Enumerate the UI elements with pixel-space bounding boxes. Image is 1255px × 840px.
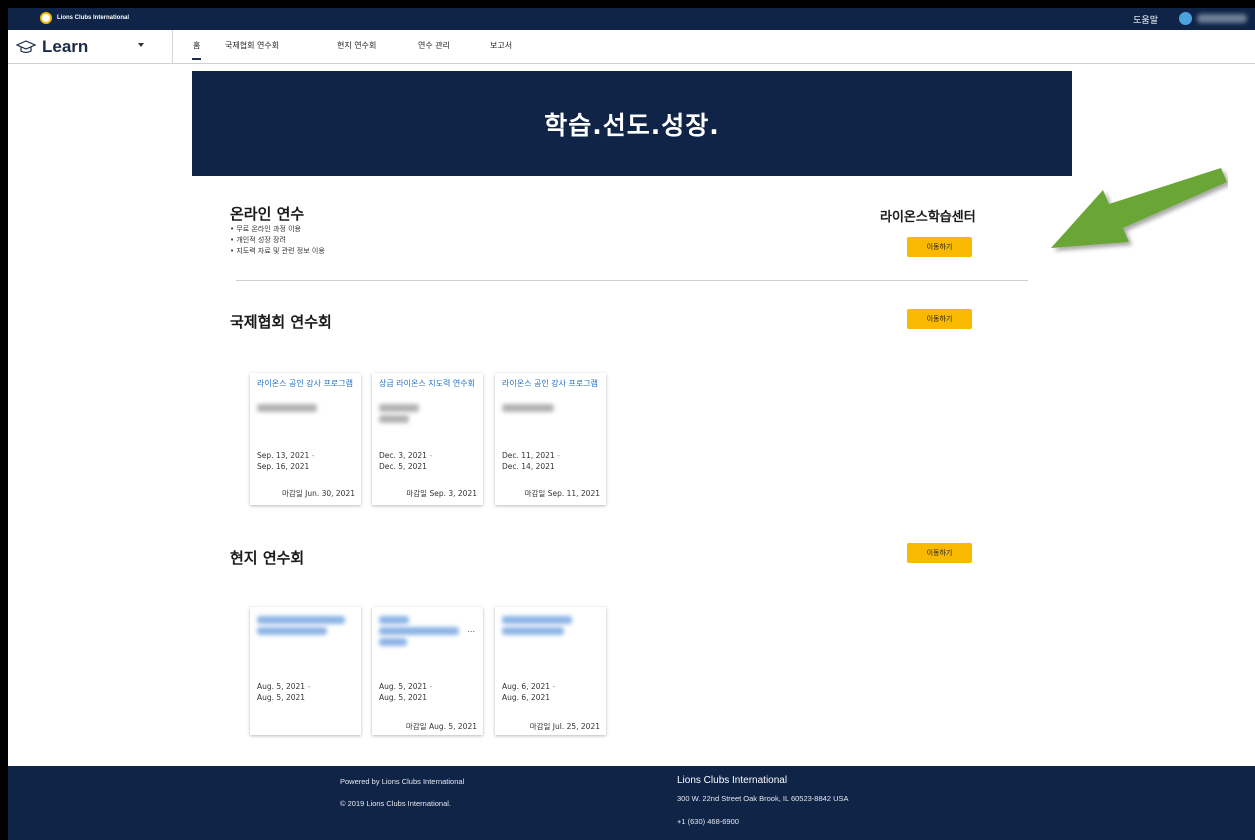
nav-divider [172,30,173,64]
local-seminar-card-3[interactable]: Aug. 6, 2021 - Aug. 6, 2021 마감일 Jul. 25,… [495,607,606,735]
local-seminar-card-1[interactable]: Aug. 5, 2021 - Aug. 5, 2021 [250,607,361,735]
section-divider [236,280,1028,281]
date-end: Dec. 14, 2021 [502,462,555,471]
date-start: Sep. 13, 2021 [257,451,310,460]
local-seminars-go-button[interactable]: 이동하기 [907,543,972,563]
deadline-date: Jul. 25, 2021 [552,722,600,731]
card-dates: Dec. 3, 2021 - Dec. 5, 2021 [379,451,433,471]
deadline-date: Sep. 3, 2021 [429,489,477,498]
tab-reports[interactable]: 보고서 [490,40,512,51]
card-deadline: 마감일 Jul. 25, 2021 [530,721,600,732]
card-location-blurred [257,404,317,412]
date-start: Dec. 11, 2021 [502,451,555,460]
intl-seminar-card-1[interactable]: 라이온스 공인 강사 프로그램 Sep. 13, 2021 - Sep. 16,… [250,373,361,505]
card-location-blurred [379,415,409,423]
tab-training-management[interactable]: 연수 관리 [418,40,450,51]
card-deadline: 마감일 Jun. 30, 2021 [282,488,355,499]
card-title-blurred[interactable] [257,627,327,635]
deadline-date: Sep. 11, 2021 [547,489,600,498]
list-item: 지도력 자료 및 관련 정보 이용 [230,246,324,257]
deadline-label: 마감일 [524,489,546,498]
date-start: Aug. 5, 2021 [379,682,428,691]
list-item: 무료 온라인 과정 이용 [230,224,325,235]
learning-center-title: 라이온스학습센터 [880,210,976,225]
date-end: Aug. 5, 2021 [257,693,306,702]
card-dates: Aug. 5, 2021 - Aug. 5, 2021 [379,682,433,702]
card-title-blurred[interactable] [379,616,409,624]
chevron-down-icon[interactable] [138,43,144,47]
brand-label: Lions Clubs International [57,15,130,21]
user-name-blurred[interactable] [1197,14,1247,23]
card-title-blurred[interactable] [379,627,459,635]
local-seminar-card-2[interactable]: ... Aug. 5, 2021 - Aug. 5, 2021 마감일 Aug.… [372,607,483,735]
card-location-blurred [379,404,419,412]
footer: Powered by Lions Clubs International © 2… [8,766,1255,840]
footer-phone[interactable]: +1 (630) 468-6900 [677,817,739,826]
local-seminars-title: 현지 연수회 [230,549,305,567]
user-avatar-icon[interactable] [1179,12,1192,25]
online-training-bullets: 무료 온라인 과정 이용 개인적 성장 장려 지도력 자료 및 관련 정보 이용 [230,224,325,257]
hero-banner: 학습.선도.성장. [192,71,1072,176]
tab-international-seminars[interactable]: 국제협회 연수회 [225,40,279,51]
deadline-label: 마감일 [406,489,428,498]
intl-seminars-title: 국제협회 연수회 [230,313,332,331]
app-switcher[interactable]: Learn [16,37,88,57]
footer-org-name: Lions Clubs International [677,775,788,786]
card-dates: Aug. 5, 2021 - Aug. 5, 2021 [257,682,311,702]
brand[interactable]: Lions Clubs International [40,12,129,24]
card-title[interactable]: 상급 라이온스 지도력 연수회 [379,379,475,389]
footer-copyright: © 2019 Lions Clubs International. [340,799,452,808]
tab-local-seminars[interactable]: 현지 연수회 [337,40,376,51]
date-start: Aug. 5, 2021 [257,682,306,691]
tab-home[interactable]: 홈 [191,40,202,60]
main-nav: Learn 홈 국제협회 연수회 현지 연수회 연수 관리 보고서 [8,30,1255,64]
card-title-blurred[interactable] [257,616,345,624]
intl-seminar-card-3[interactable]: 라이온스 공인 강사 프로그램 Dec. 11, 2021 - Dec. 14,… [495,373,606,505]
card-location-blurred [502,404,554,412]
top-bar: Lions Clubs International 도움말 [8,8,1255,30]
card-deadline: 마감일 Aug. 5, 2021 [406,721,477,732]
card-title-blurred[interactable] [502,627,564,635]
footer-powered-by: Powered by Lions Clubs International [340,777,465,786]
deadline-date: Jun. 30, 2021 [305,489,355,498]
date-start: Aug. 6, 2021 [502,682,551,691]
card-dates: Sep. 13, 2021 - Sep. 16, 2021 [257,451,315,471]
intl-seminar-card-2[interactable]: 상급 라이온스 지도력 연수회 Dec. 3, 2021 - Dec. 5, 2… [372,373,483,505]
more-ellipsis: ... [467,625,475,634]
help-link[interactable]: 도움말 [1133,13,1158,26]
graduation-cap-icon [16,40,36,54]
footer-address: 300 W. 22nd Street Oak Brook, IL 60523-8… [677,794,849,803]
arrow-annotation-icon [1051,168,1227,248]
card-dates: Aug. 6, 2021 - Aug. 6, 2021 [502,682,556,702]
date-end: Dec. 5, 2021 [379,462,427,471]
card-title[interactable]: 라이온스 공인 강사 프로그램 [257,379,353,389]
card-dates: Dec. 11, 2021 - Dec. 14, 2021 [502,451,560,471]
date-end: Sep. 16, 2021 [257,462,310,471]
list-item: 개인적 성장 장려 [230,235,325,246]
deadline-label: 마감일 [282,489,303,498]
intl-seminars-go-button[interactable]: 이동하기 [907,309,972,329]
deadline-label: 마감일 [529,722,551,731]
card-deadline: 마감일 Sep. 11, 2021 [525,488,600,499]
date-start: Dec. 3, 2021 [379,451,427,460]
date-end: Aug. 5, 2021 [379,693,428,702]
date-end: Aug. 6, 2021 [502,693,551,702]
online-training-title: 온라인 연수 [230,205,305,223]
deadline-label: 마감일 [405,722,427,731]
card-title-blurred[interactable] [379,638,407,646]
deadline-date: Aug. 5, 2021 [428,722,477,731]
hero-title: 학습.선도.성장. [544,110,720,140]
lions-logo-icon [40,12,52,24]
card-title-blurred[interactable] [502,616,572,624]
app-name: Learn [42,37,89,56]
card-title[interactable]: 라이온스 공인 강사 프로그램 [502,379,598,389]
browser-viewport: Lions Clubs International 도움말 Learn 홈 국제… [8,8,1255,840]
learning-center-go-button[interactable]: 이동하기 [907,237,972,257]
card-deadline: 마감일 Sep. 3, 2021 [406,488,477,499]
